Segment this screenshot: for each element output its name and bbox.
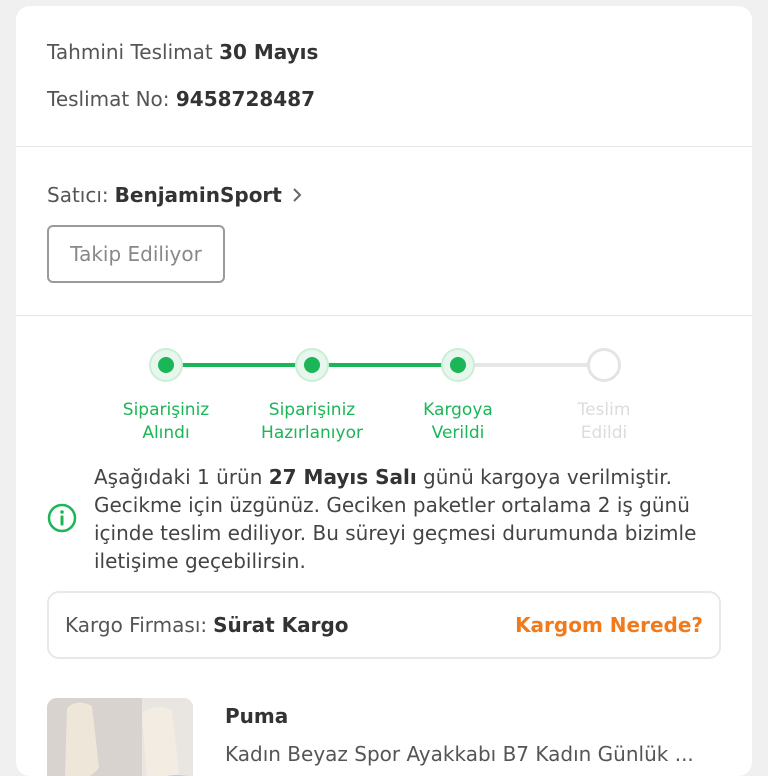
follow-button[interactable]: Takip Ediliyor [47, 225, 225, 283]
product-name[interactable]: Kadın Beyaz Spor Ayakkabı B7 Kadın Günlü… [225, 742, 715, 766]
delivery-number-value: 9458728487 [175, 87, 316, 111]
estimated-delivery-label: Tahmini Teslimat [47, 40, 213, 64]
progress-line-2 [312, 363, 458, 367]
seller-section: Satıcı: BenjaminSport Takip Ediliyor [16, 147, 752, 316]
estimated-delivery-value: 30 Mayıs [219, 40, 319, 64]
step-label-received: Siparişiniz Alındı [122, 400, 210, 443]
chevron-right-icon [293, 188, 302, 202]
seller-name: BenjaminSport [114, 183, 282, 207]
shipment-tracking-section: Siparişiniz Alındı Siparişiniz Hazırlanıyo… [16, 316, 752, 776]
delivery-number: Teslimat No: 9458728487 [47, 87, 315, 111]
seller-link[interactable]: Satıcı: BenjaminSport [47, 183, 302, 207]
shipment-info-message: Aşağıdaki 1 ürün 27 Mayıs Salı günü karg… [94, 465, 697, 573]
estimated-delivery: Tahmini Teslimat 30 Mayıs [47, 40, 318, 64]
progress-line-3 [458, 363, 604, 367]
step-label-delivered: Teslim Edildi [577, 400, 631, 443]
order-detail-card: Tahmini Teslimat 30 Mayıs Teslimat No: 9… [16, 6, 752, 776]
cargo-company-label: Kargo Firması: [65, 613, 208, 637]
step-dot-received [149, 348, 183, 382]
where-is-my-cargo-link[interactable]: Kargom Nerede? [515, 613, 703, 637]
cargo-company: Kargo Firması: Sürat Kargo [65, 613, 349, 637]
progress-line-1 [166, 363, 312, 367]
step-dot-shipped [441, 348, 475, 382]
step-dot-delivered [587, 348, 621, 382]
product-brand: Puma [225, 704, 289, 728]
step-label-preparing: Siparişiniz Hazırlanıyor [261, 400, 363, 443]
delivery-info-section: Tahmini Teslimat 30 Mayıs Teslimat No: 9… [16, 6, 752, 147]
cargo-company-box: Kargo Firması: Sürat Kargo Kargom Nerede? [47, 591, 721, 659]
info-circle-icon [47, 503, 77, 533]
seller-label: Satıcı: [47, 183, 109, 207]
product-image[interactable] [47, 698, 193, 776]
cargo-company-name: Sürat Kargo [213, 613, 349, 637]
step-label-shipped: Kargoya Verildi [423, 400, 493, 443]
delivery-number-label: Teslimat No: [47, 87, 170, 111]
step-dot-preparing [295, 348, 329, 382]
